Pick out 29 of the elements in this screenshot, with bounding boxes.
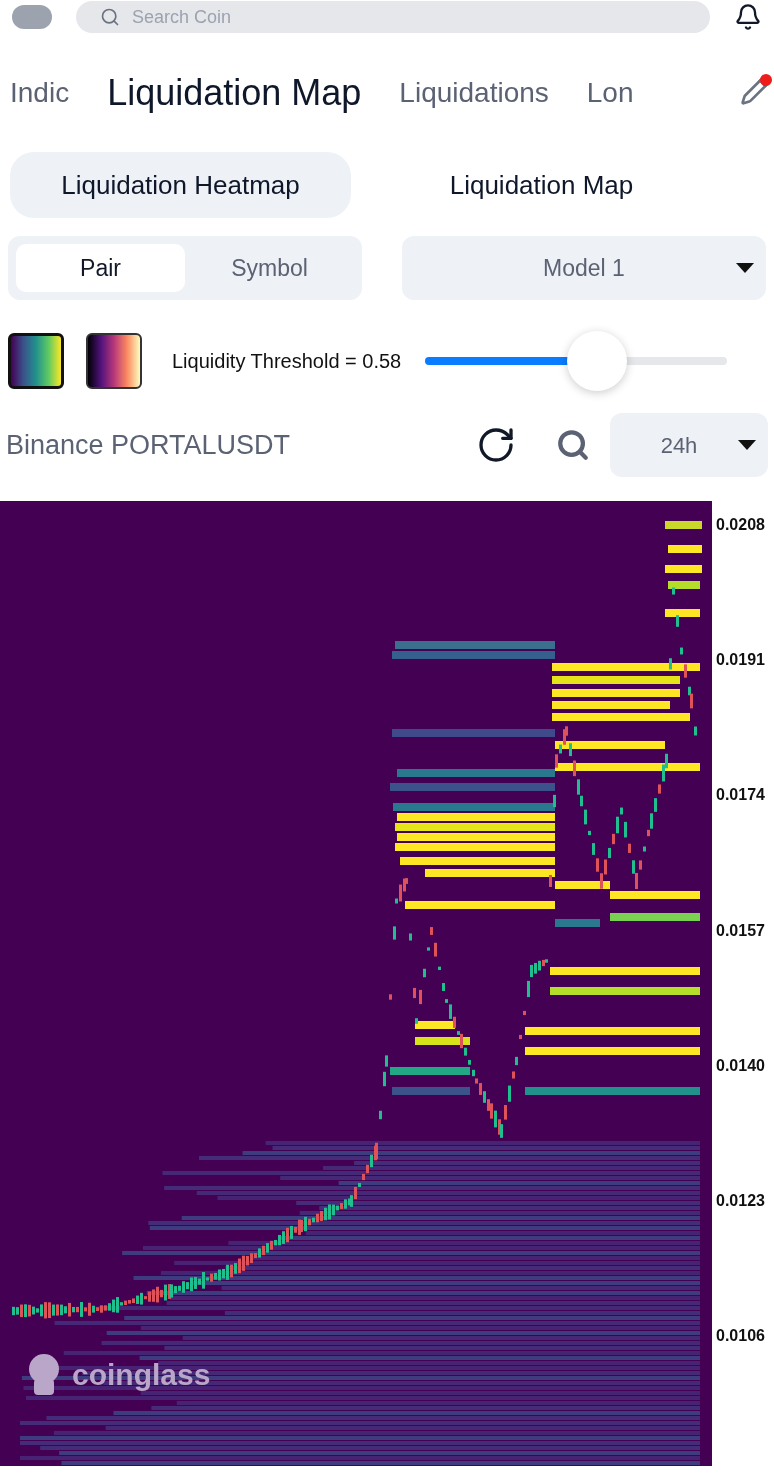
price-axis-label: 0.0140 [716,1057,765,1074]
price-axis-label: 0.0123 [716,1193,765,1209]
nav-tab[interactable]: Indic [10,72,70,114]
view-tab[interactable]: Liquidation Heatmap [10,152,351,218]
brand-logo-text: coinglass [72,1356,211,1393]
price-axis-label: 0.0208 [716,517,765,533]
nav-tab[interactable]: Liquidation Map [107,66,362,120]
threshold-slider[interactable] [425,331,728,391]
search-field[interactable]: Search Coin [76,1,710,33]
model-dropdown[interactable]: Model 1 [402,236,766,300]
price-axis-label: 0.0157 [716,922,765,939]
palette-swatch[interactable] [86,333,142,389]
price-axis-label: 0.0106 [716,1328,765,1345]
caret-icon [736,263,754,273]
price-axis-label: 0.0191 [716,652,765,669]
chart-title: Binance PORTALUSDT [6,428,292,462]
search-icon [100,7,120,27]
caret-icon [738,440,756,450]
search-icon[interactable] [556,428,590,462]
nav-tab[interactable]: Liquidations [399,72,549,114]
refresh-icon[interactable] [476,425,516,465]
notification-bell-icon[interactable] [734,3,762,31]
nav-tab[interactable]: Lon [586,72,634,114]
threshold-label: Liquidity Threshold = 0.58 [172,349,402,374]
palette-swatch[interactable] [8,333,64,389]
segment-option[interactable]: Symbol [185,244,354,292]
segment-option[interactable]: Pair [16,244,185,292]
price-axis-label: 0.0174 [716,787,765,804]
period-dropdown[interactable]: 24h [610,413,768,477]
